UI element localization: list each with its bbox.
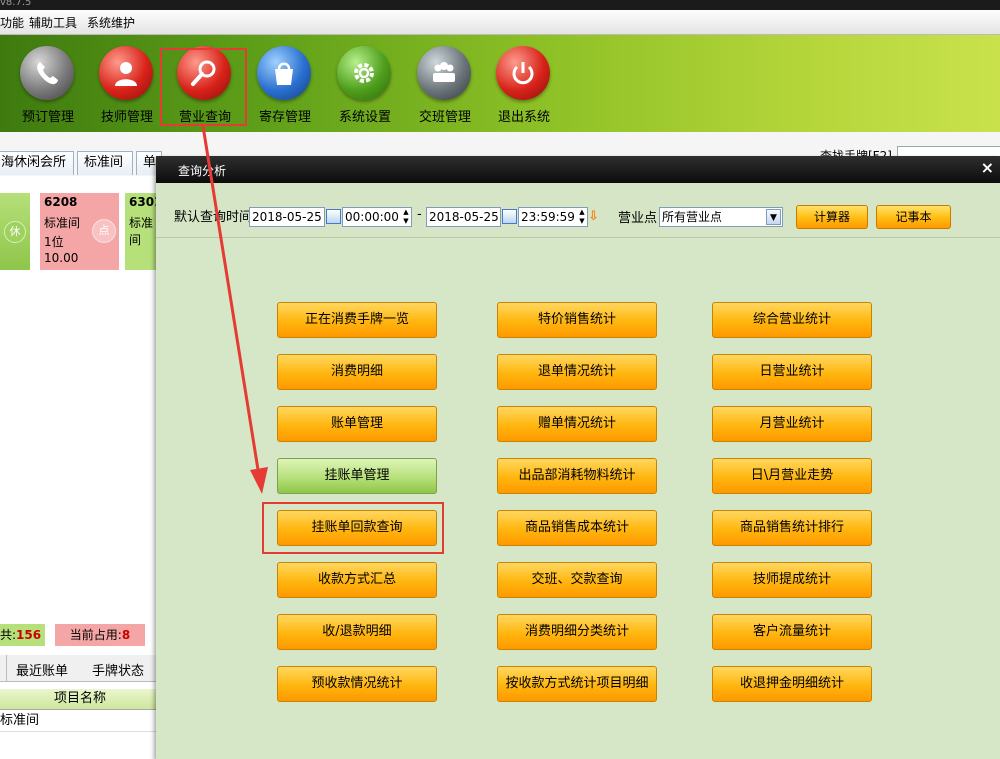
total-stat: 共:156 — [0, 624, 45, 646]
calendar-icon[interactable] — [326, 209, 341, 224]
receipt-refund-detail-button[interactable]: 收/退款明细 — [277, 614, 437, 650]
current-tags-button[interactable]: 正在消费手牌一览 — [277, 302, 437, 338]
total-value: 156 — [16, 628, 42, 642]
end-date-field[interactable]: 2018-05-25 — [426, 207, 501, 227]
menu-item-tools[interactable]: 辅助工具 — [29, 14, 77, 31]
date-range-dash: - — [417, 207, 422, 222]
customer-flow-stats-button[interactable]: 客户流量统计 — [712, 614, 872, 650]
calculator-button[interactable]: 计算器 — [796, 205, 868, 229]
total-label: 共: — [0, 628, 17, 642]
prepayment-stats-button[interactable]: 预收款情况统计 — [277, 666, 437, 702]
toolbar-button-settings[interactable]: 系统设置 — [325, 35, 405, 132]
phone-icon — [20, 46, 74, 100]
occupied-stat: 当前占用:8 — [55, 624, 145, 646]
payment-method-item-detail-button[interactable]: 按收款方式统计项目明细 — [497, 666, 657, 702]
menu-item-functions[interactable]: 功能 — [0, 14, 24, 31]
toolbar-button-shift[interactable]: 交班管理 — [405, 35, 485, 132]
query-analysis-dialog: 查询分析 × 默认查询时间 2018-05-25 00:00:00 ▲ ▼ - 2… — [156, 156, 1000, 759]
business-trend-button[interactable]: 日\月营业走势 — [712, 458, 872, 494]
default-time-label: 默认查询时间 — [174, 210, 253, 225]
start-time-spinner[interactable]: ▲ ▼ — [400, 208, 412, 228]
power-icon — [496, 46, 550, 100]
tab-tag-status[interactable]: 手牌状态 — [92, 660, 144, 679]
table-row[interactable]: 标准间 — [0, 711, 160, 732]
business-point-select[interactable]: 所有营业点 — [659, 207, 783, 227]
toolbar-label: 预订管理 — [21, 110, 74, 125]
room-people: 1位 — [44, 235, 64, 249]
consumption-detail-button[interactable]: 消费明细 — [277, 354, 437, 390]
tab-club[interactable]: 海休闲会所 — [0, 151, 74, 175]
calendar-icon[interactable] — [502, 209, 517, 224]
toolbar-label: 退出系统 — [497, 110, 550, 125]
title-bar: v8.7.5 — [0, 0, 1000, 10]
leisure-icon: 休 — [4, 221, 26, 243]
app-version: v8.7.5 — [0, 0, 32, 8]
refund-stats-button[interactable]: 退单情况统计 — [497, 354, 657, 390]
technician-commission-button[interactable]: 技师提成统计 — [712, 562, 872, 598]
column-header-item-name[interactable]: 项目名称 — [0, 689, 160, 710]
credit-bill-management-button[interactable]: 挂账单管理 — [277, 458, 437, 494]
group-icon — [417, 46, 471, 100]
end-time-spinner[interactable]: ▲ ▼ — [576, 208, 588, 228]
shift-payment-query-button[interactable]: 交班、交款查询 — [497, 562, 657, 598]
business-point-label: 营业点 — [618, 211, 658, 226]
gear-icon — [337, 46, 391, 100]
start-date-field[interactable]: 2018-05-25 — [249, 207, 325, 227]
person-icon — [99, 46, 153, 100]
dialog-title: 查询分析 — [178, 164, 227, 178]
menu-item-maintenance[interactable]: 系统维护 — [87, 14, 135, 31]
material-consumption-button[interactable]: 出品部消耗物料统计 — [497, 458, 657, 494]
toolbar-highlight-box — [160, 48, 247, 126]
order-icon: 点 — [92, 219, 116, 243]
room-stats: 共:156 当前占用:8 — [0, 624, 160, 646]
room-amount: 10.00 — [44, 251, 79, 265]
dialog-title-bar: 查询分析 × — [156, 156, 1000, 183]
room-number: 6301 — [129, 195, 156, 209]
tab-divider — [0, 655, 7, 681]
deposit-detail-stats-button[interactable]: 收退押金明细统计 — [712, 666, 872, 702]
room-type: 标准间 — [44, 216, 81, 230]
toolbar-button-storage[interactable]: 寄存管理 — [245, 35, 325, 132]
monthly-business-stats-button[interactable]: 月营业统计 — [712, 406, 872, 442]
goods-sales-ranking-button[interactable]: 商品销售统计排行 — [712, 510, 872, 546]
toolbar-button-exit[interactable]: 退出系统 — [484, 35, 564, 132]
toolbar-button-booking[interactable]: 预订管理 — [8, 35, 88, 132]
query-toolbar: 默认查询时间 2018-05-25 00:00:00 ▲ ▼ - 2018-05-… — [156, 183, 1000, 238]
occupied-value: 8 — [121, 628, 131, 642]
toolbar-label: 寄存管理 — [258, 110, 311, 125]
menu-bar: 功能 辅助工具 系统维护 — [0, 10, 1000, 35]
payment-method-summary-button[interactable]: 收款方式汇总 — [277, 562, 437, 598]
toolbar-label: 技师管理 — [100, 110, 153, 125]
goods-cost-stats-button[interactable]: 商品销售成本统计 — [497, 510, 657, 546]
notepad-button[interactable]: 记事本 — [876, 205, 951, 229]
bottom-tabs: 最近账单 手牌状态 — [0, 655, 160, 682]
toolbar-label: 系统设置 — [338, 110, 391, 125]
close-icon[interactable]: × — [981, 158, 994, 177]
arrow-down-icon[interactable]: ⇩ — [588, 209, 599, 224]
overall-business-stats-button[interactable]: 综合营业统计 — [712, 302, 872, 338]
occupied-label: 当前占用: — [69, 628, 122, 642]
special-price-stats-button[interactable]: 特价销售统计 — [497, 302, 657, 338]
main-toolbar: 预订管理 技师管理 营业查询 寄存管理 系统设置 交班管理 退出系统 — [0, 35, 1000, 132]
toolbar-button-technician[interactable]: 技师管理 — [87, 35, 167, 132]
business-point-value: 所有营业点 — [662, 210, 723, 224]
tab-standard-room[interactable]: 标准间 — [77, 151, 133, 175]
gift-stats-button[interactable]: 赠单情况统计 — [497, 406, 657, 442]
bill-management-button[interactable]: 账单管理 — [277, 406, 437, 442]
consumption-category-stats-button[interactable]: 消费明细分类统计 — [497, 614, 657, 650]
room-card[interactable]: 休 — [0, 193, 30, 270]
room-card-6301[interactable]: 6301 标准间 — [125, 193, 156, 270]
button-highlight-box — [262, 502, 444, 554]
room-type: 标准间 — [129, 216, 154, 247]
toolbar-label: 交班管理 — [418, 110, 471, 125]
room-card-6208[interactable]: 6208 标准间 1位 10.00 点 — [40, 193, 119, 270]
room-number: 6208 — [44, 195, 78, 209]
chevron-down-icon[interactable]: ▼ — [766, 209, 781, 225]
tab-recent-bills[interactable]: 最近账单 — [16, 660, 68, 679]
daily-business-stats-button[interactable]: 日营业统计 — [712, 354, 872, 390]
bag-icon — [257, 46, 311, 100]
